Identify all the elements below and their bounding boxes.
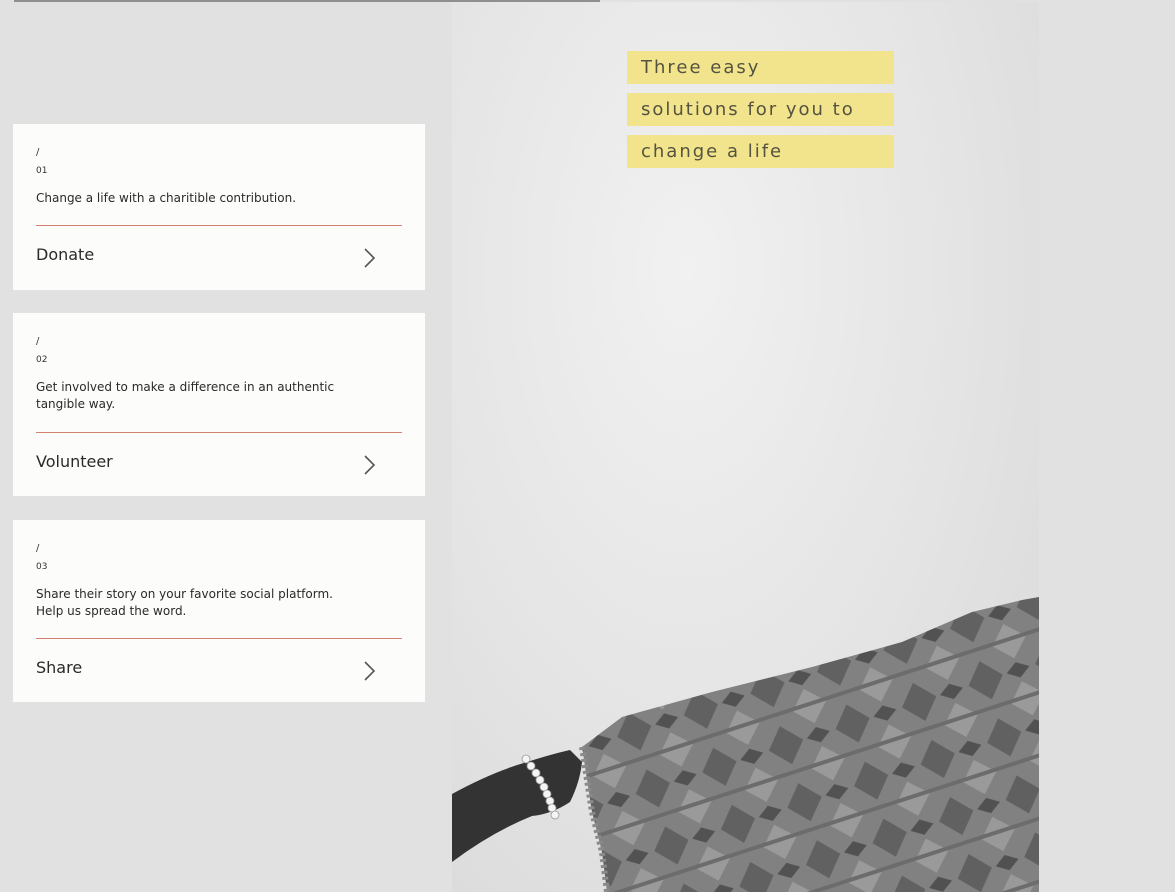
card-divider — [36, 432, 402, 433]
card-number: 03 — [36, 562, 48, 572]
volunteer-card: / 02 Get involved to make a difference i… — [13, 313, 425, 496]
volunteer-button[interactable]: Volunteer — [36, 446, 402, 480]
card-description: Get involved to make a difference in an … — [36, 380, 335, 411]
volunteer-label: Volunteer — [36, 452, 113, 471]
card-description: Change a life with a charitible contribu… — [36, 191, 297, 205]
share-label: Share — [36, 658, 83, 677]
headline-line: solutions for you to — [627, 93, 894, 126]
card-slash: / — [36, 543, 40, 554]
donate-button[interactable]: Donate — [36, 239, 402, 273]
headline: Three easy solutions for you to change a… — [627, 51, 894, 177]
headline-line: Three easy — [627, 51, 894, 84]
chevron-right-icon — [364, 455, 376, 475]
share-button[interactable]: Share — [36, 652, 402, 686]
card-description: Share their story on your favorite socia… — [36, 587, 333, 618]
card-slash: / — [36, 336, 40, 347]
chevron-right-icon — [364, 248, 376, 268]
card-number: 01 — [36, 166, 48, 176]
card-slash: / — [36, 147, 40, 158]
card-divider — [36, 225, 402, 226]
donate-label: Donate — [36, 245, 95, 264]
share-card: / 03 Share their story on your favorite … — [13, 520, 425, 702]
chevron-right-icon — [364, 661, 376, 681]
donate-card: / 01 Change a life with a charitible con… — [13, 124, 425, 290]
headline-line: change a life — [627, 135, 894, 168]
page: / 01 Change a life with a charitible con… — [0, 0, 1175, 892]
card-divider — [36, 638, 402, 639]
card-number: 02 — [36, 355, 48, 365]
